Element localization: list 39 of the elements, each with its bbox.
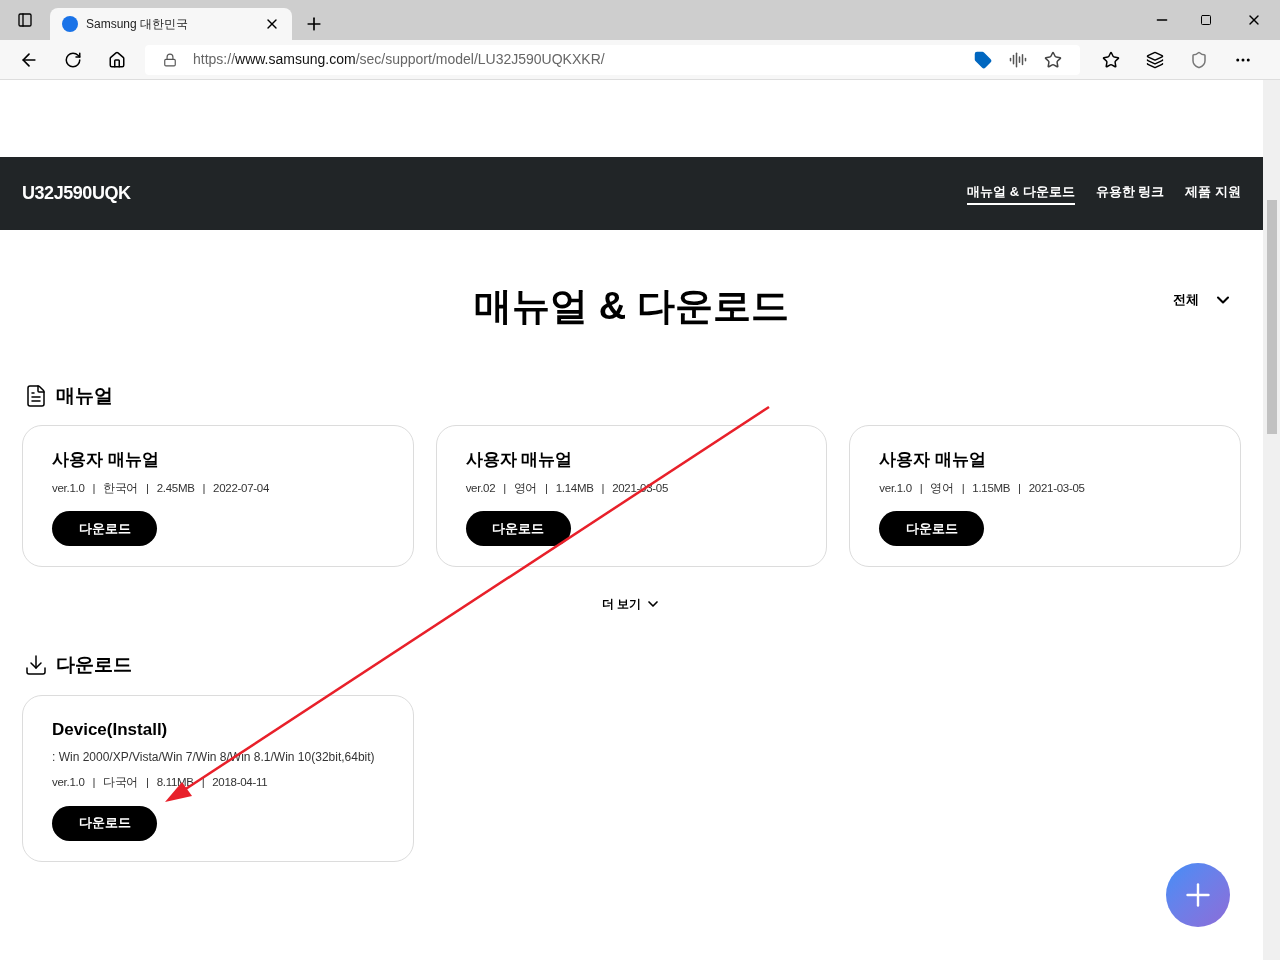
page-title: 매뉴얼 & 다운로드 [474,283,789,329]
download-icon [24,653,48,677]
file-title: 사용자 매뉴얼 [465,448,574,471]
collections-icon[interactable] [1146,50,1164,69]
file-title: 사용자 매뉴얼 [52,448,160,471]
download-button[interactable]: 다운로드 [465,510,571,546]
maximize-icon[interactable] [1200,14,1212,26]
site-favicon-icon [62,16,78,32]
file-title: 사용자 매뉴얼 [879,448,988,471]
reload-icon[interactable] [64,50,82,69]
favorites-icon[interactable] [1102,50,1120,69]
file-title: Device(Install) [52,719,169,742]
read-aloud-icon[interactable] [1009,50,1027,69]
sidebar-icon[interactable] [17,12,33,28]
scrollbar[interactable] [1263,80,1280,960]
scrollbar-thumb[interactable] [1266,200,1277,434]
filter-dropdown[interactable]: 전체 [1173,290,1233,310]
nav-link[interactable]: 유용한 링크 [1095,181,1165,206]
home-icon[interactable] [108,50,126,69]
model-name: U32J590UQK [22,182,131,205]
document-icon [24,384,48,409]
more-button[interactable]: 더 보기 [601,594,662,613]
section-title: 매뉴얼 [56,384,113,408]
url-text: https://www.samsung.com/sec/support/model/LU32J590UQKXKR/ [193,50,605,69]
lock-icon [163,52,177,67]
extension-icon[interactable] [1190,50,1208,69]
browser-tab[interactable]: Samsung 대한민국 [50,8,292,40]
nav-link[interactable]: 매뉴얼 & 다운로드 [967,181,1075,206]
download-button[interactable]: 다운로드 [52,510,157,546]
file-meta: ver.1.0 | 영어 | 1.15MB | 2021-03-05 [879,480,1086,496]
add-favorite-icon[interactable] [1044,50,1062,69]
download-button[interactable]: 다운로드 [52,805,157,841]
file-meta: ver.1.0 | 한국어 | 2.45MB | 2022-07-04 [52,480,271,496]
download-button[interactable]: 다운로드 [879,510,985,546]
tag-icon[interactable] [974,50,992,69]
nav-link[interactable]: 제품 지원 [1185,181,1241,206]
address-bar[interactable]: https://www.samsung.com/sec/support/model/LU32J590UQKXKR/ [145,44,1080,75]
tab-title: Samsung 대한민국 [86,16,190,33]
section-title: 다운로드 [56,652,132,677]
